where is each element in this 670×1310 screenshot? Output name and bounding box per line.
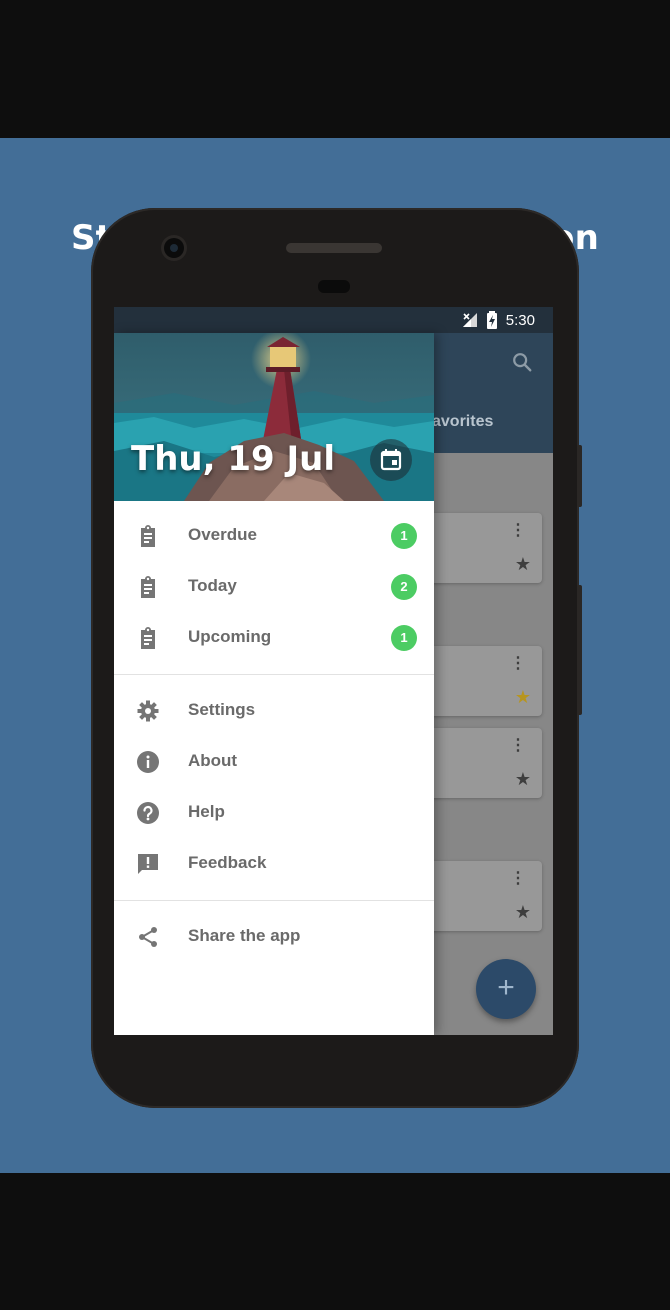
clipboard-icon [141,576,155,598]
nav-label: Feedback [188,853,267,872]
gear-icon [137,700,159,722]
tab-favorites[interactable]: avorites [432,413,493,431]
bottom-letterbox [0,1173,670,1310]
nav-item-help[interactable]: Help [114,787,434,838]
info-icon [137,751,159,773]
nav-item-overdue[interactable]: Overdue 1 [114,510,434,561]
nav-label: Share the app [188,926,301,945]
count-badge: 1 [391,625,417,651]
signal-icon [462,313,477,327]
phone-volume-button [577,585,582,715]
star-icon[interactable]: ★ [515,902,531,923]
star-icon[interactable]: ★ [515,554,531,575]
more-options-icon[interactable]: ⋮ [510,738,526,754]
star-icon[interactable]: ★ [515,769,531,790]
nav-item-share[interactable]: Share the app [114,911,434,962]
calendar-icon [380,449,402,471]
feedback-icon [138,854,158,874]
nav-item-upcoming[interactable]: Upcoming 1 [114,612,434,663]
clipboard-icon [141,627,155,649]
navigation-drawer: Thu, 19 Jul Overdue 1 Today 2 Upcoming 1… [114,333,434,1035]
nav-item-settings[interactable]: Settings [114,685,434,736]
drawer-date: Thu, 19 Jul [131,439,336,479]
search-icon[interactable] [511,351,533,373]
nav-label: Today [188,576,237,595]
status-time: 5:30 [505,311,535,329]
count-badge: 2 [391,574,417,600]
star-favorite-icon[interactable]: ★ [515,687,531,708]
status-bar: 5:30 [114,307,553,333]
phone-side-button [577,445,582,507]
more-options-icon[interactable]: ⋮ [510,523,526,539]
nav-item-about[interactable]: About [114,736,434,787]
battery-charging-icon [486,311,497,329]
phone-screen: 5:30 avorites ⋮ ★ ⋮ ★ ⋮ ★ ⋮ ★ + Thu, 19 … [114,307,553,1035]
drawer-divider [114,900,434,901]
calendar-button[interactable] [370,439,412,481]
drawer-divider [114,674,434,675]
nav-label: Overdue [188,525,257,544]
nav-label: Upcoming [188,627,272,646]
share-icon [139,927,157,947]
add-task-button[interactable]: + [476,959,536,1019]
more-options-icon[interactable]: ⋮ [510,871,526,887]
more-options-icon[interactable]: ⋮ [510,656,526,672]
nav-item-feedback[interactable]: Feedback [114,838,434,889]
nav-label: Help [188,802,225,821]
help-icon [137,802,159,824]
nav-label: About [188,751,238,770]
drawer-header: Thu, 19 Jul [114,333,434,501]
nav-item-today[interactable]: Today 2 [114,561,434,612]
nav-label: Settings [188,700,256,719]
front-camera [164,238,184,258]
clipboard-icon [141,525,155,547]
count-badge: 1 [391,523,417,549]
earpiece-speaker [286,243,382,253]
proximity-sensor [318,280,350,293]
